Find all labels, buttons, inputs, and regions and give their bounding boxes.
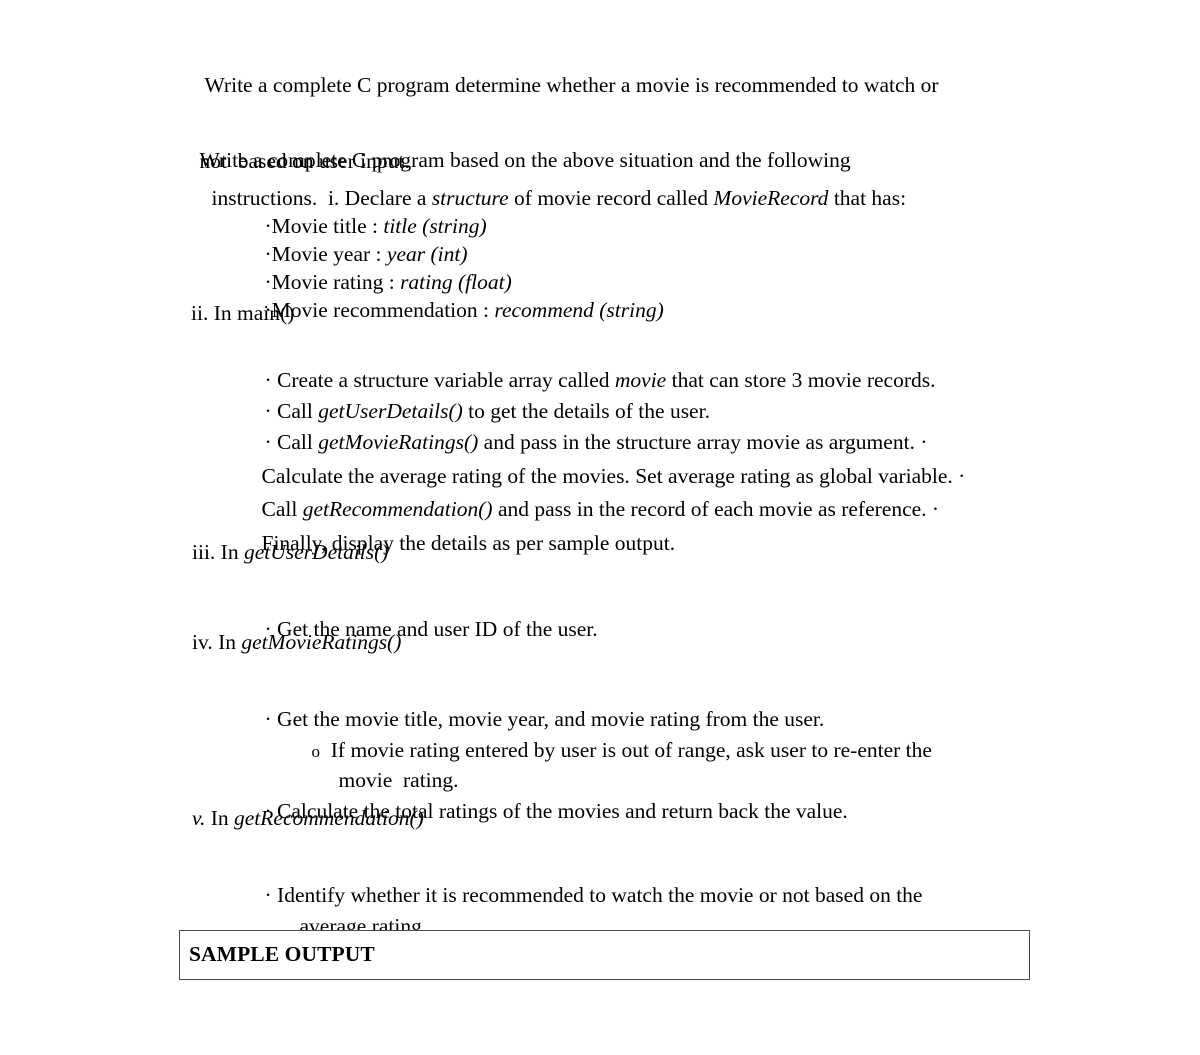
sample-output-box: SAMPLE OUTPUT: [179, 930, 1030, 980]
section-numeral-ii: ii.: [191, 301, 209, 325]
instructions-suffix: that has:: [828, 186, 907, 210]
section-name-getmovieratings: getMovieRatings(): [241, 630, 402, 654]
section-keyword-in: In: [215, 540, 244, 564]
section-heading-getmovieratings: iv. In getMovieRatings(): [192, 627, 401, 657]
section-heading-main: ii. In main(): [191, 298, 294, 328]
sample-output-title: SAMPLE OUTPUT: [189, 942, 375, 966]
section-keyword-in: In: [205, 806, 234, 830]
section-heading-getrecommendation: v. In getRecommendation(): [192, 803, 424, 833]
section-keyword-in: In: [212, 630, 242, 654]
instructions-mid-text: of movie record called: [508, 186, 714, 210]
section-heading-getuserdetails: iii. In getUserDetails(): [192, 537, 388, 567]
bullet-icon: ·: [264, 883, 272, 907]
document-page: Write a complete C program determine whe…: [0, 0, 1200, 1055]
section-keyword-in: In: [208, 301, 237, 325]
movierecord-name: MovieRecord: [713, 186, 829, 210]
section-numeral-iii: iii.: [192, 540, 216, 564]
struct-field-recommendation-value: recommend (string): [494, 298, 664, 322]
section-numeral-iv: iv.: [192, 630, 213, 654]
struct-field-recommendation-label: Movie recommendation :: [271, 298, 495, 322]
bullet-icon: ·: [264, 707, 272, 731]
intro-paragraph-1-line-1: Write a complete C program determine whe…: [204, 73, 939, 97]
section-numeral-v: v.: [192, 806, 206, 830]
section-name-getrecommendation: getRecommendation(): [234, 806, 424, 830]
section-name-getuserdetails: getUserDetails(): [243, 540, 389, 564]
section-name-main: main(): [237, 301, 295, 325]
